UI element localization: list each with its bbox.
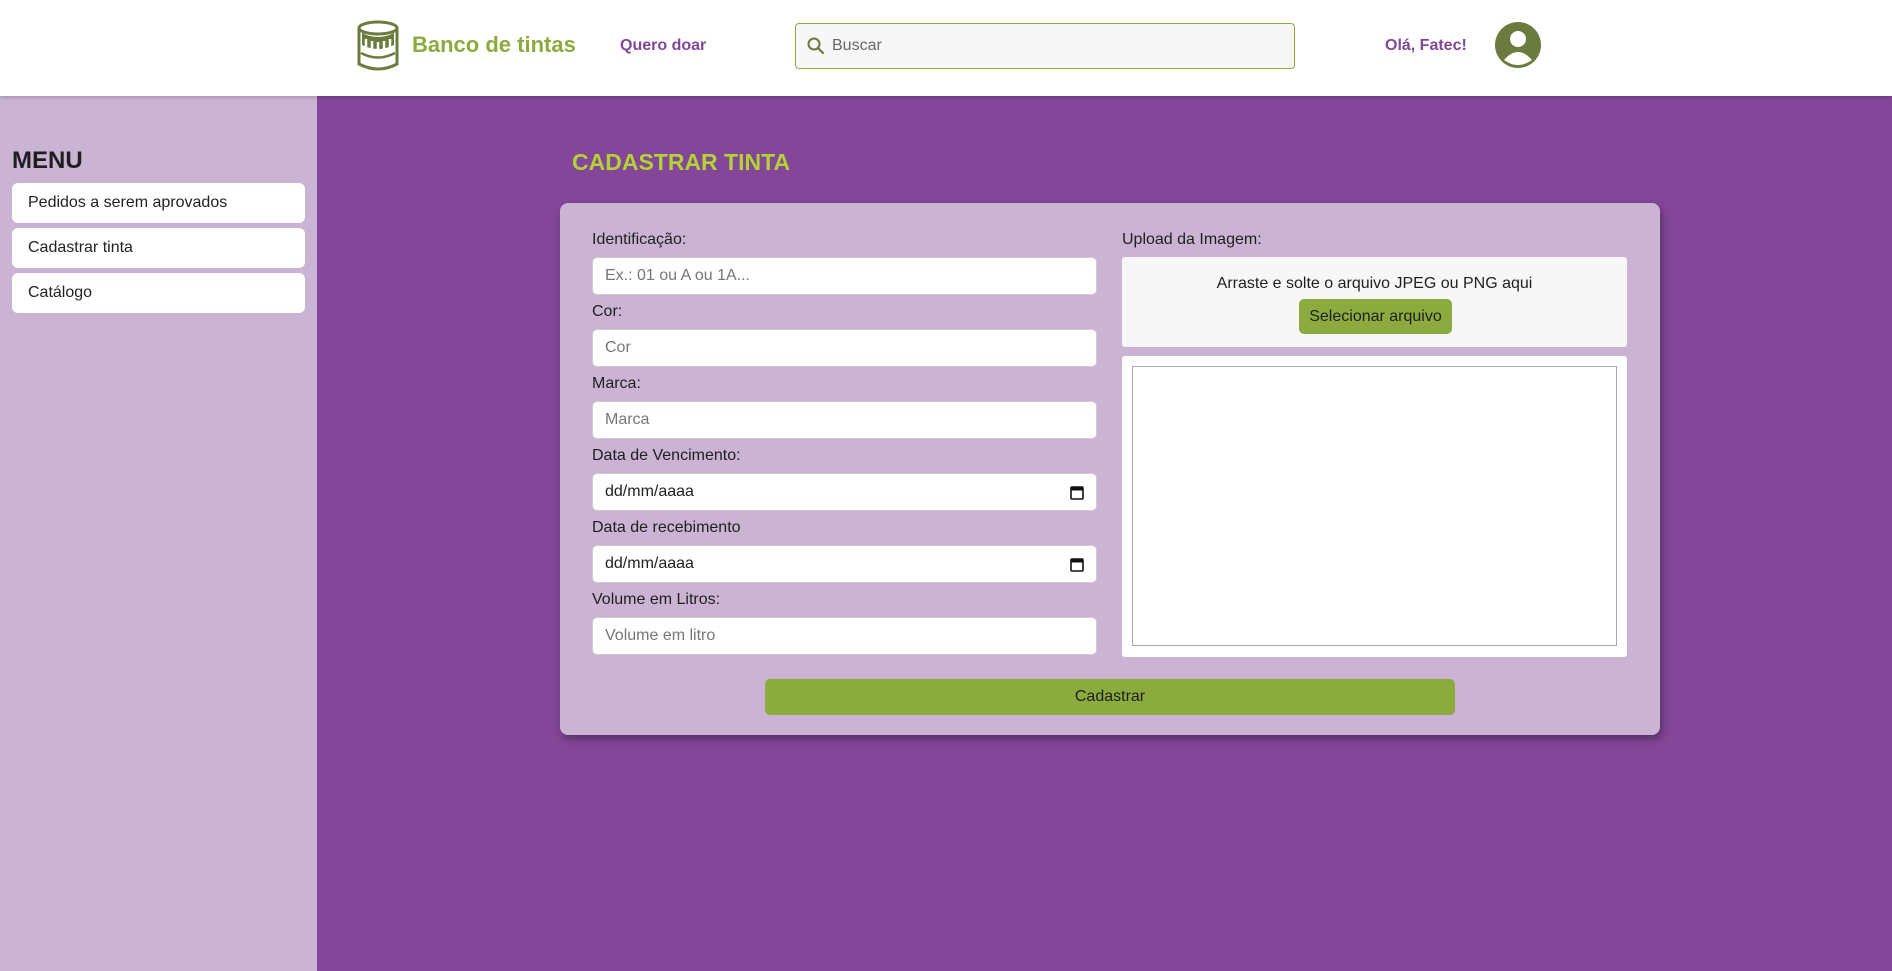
vencimento-date-field[interactable]: dd/mm/aaaa [592, 473, 1097, 511]
user-greeting: Olá, Fatec! [1385, 37, 1467, 54]
sidebar-item-cadastrar-tinta[interactable]: Cadastrar tinta [12, 228, 305, 268]
register-form-card: Identificação: Cor: Marca: Data de Venci… [560, 203, 1660, 735]
vencimento-label: Data de Vencimento: [592, 447, 741, 464]
image-preview-area [1132, 366, 1617, 646]
volume-field[interactable] [592, 617, 1097, 655]
page-title: CADASTRAR TINTA [572, 149, 791, 175]
search-input[interactable] [832, 24, 1287, 67]
drop-zone-text: Arraste e solte o arquivo JPEG ou PNG aq… [1216, 275, 1533, 292]
brand-name[interactable]: Banco de tintas [412, 32, 576, 58]
cadastrar-button[interactable]: Cadastrar [765, 679, 1455, 715]
file-drop-zone[interactable]: Arraste e solte o arquivo JPEG ou PNG aq… [1122, 257, 1627, 347]
sidebar-item-pedidos[interactable]: Pedidos a serem aprovados [12, 183, 305, 223]
paint-can-icon[interactable] [356, 19, 400, 73]
sidebar-item-catalogo[interactable]: Catálogo [12, 273, 305, 313]
upload-label: Upload da Imagem: [1122, 231, 1262, 248]
volume-label: Volume em Litros: [592, 591, 721, 608]
donate-link[interactable]: Quero doar [620, 37, 706, 55]
recebimento-date-value: dd/mm/aaaa [605, 555, 694, 572]
image-preview-frame [1122, 356, 1627, 657]
select-file-button[interactable]: Selecionar arquivo [1299, 299, 1452, 334]
user-avatar-icon[interactable] [1495, 22, 1541, 68]
vencimento-date-value: dd/mm/aaaa [605, 483, 694, 500]
marca-label: Marca: [592, 375, 641, 392]
identificacao-label: Identificação: [592, 231, 687, 248]
identificacao-field[interactable] [592, 257, 1097, 295]
recebimento-date-field[interactable]: dd/mm/aaaa [592, 545, 1097, 583]
top-header: Banco de tintas Quero doar Olá, Fatec! [0, 0, 1892, 96]
sidebar: MENU Pedidos a serem aprovados Cadastrar… [0, 96, 317, 971]
calendar-icon[interactable] [1070, 557, 1084, 572]
recebimento-label: Data de recebimento [592, 519, 741, 536]
calendar-icon[interactable] [1070, 485, 1084, 500]
menu-title: MENU [12, 147, 83, 174]
search-icon [807, 37, 825, 55]
cor-field[interactable] [592, 329, 1097, 367]
cor-label: Cor: [592, 303, 623, 320]
search-box[interactable] [795, 23, 1295, 69]
marca-field[interactable] [592, 401, 1097, 439]
